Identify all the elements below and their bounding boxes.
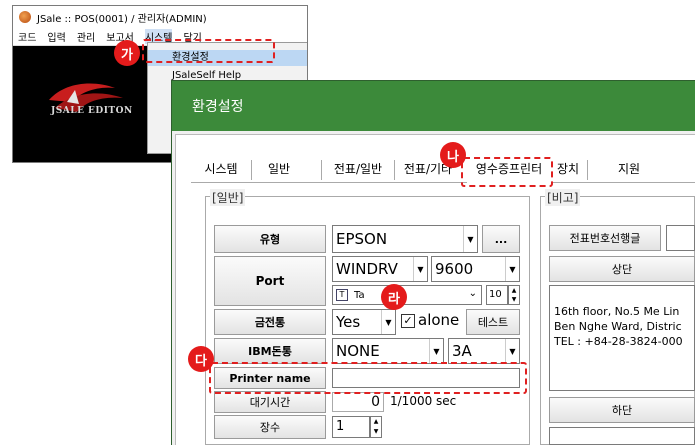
badge-na: 나 bbox=[440, 142, 466, 168]
copies-input[interactable]: 1 bbox=[332, 416, 370, 438]
wait-time-input[interactable]: 0 bbox=[332, 392, 384, 412]
general-group-label: [일반] bbox=[210, 189, 246, 206]
chevron-down-icon: ▼ bbox=[381, 310, 395, 334]
header-text-area[interactable]: 16th floor, No.5 Me Lin Ben Nghe Ward, D… bbox=[549, 285, 695, 391]
copies-stepper[interactable]: ▲ ▼ bbox=[370, 416, 382, 438]
type-label-button[interactable]: 유형 bbox=[214, 225, 326, 253]
wait-time-label-button[interactable]: 대기시간 bbox=[214, 391, 326, 413]
copies-label-button[interactable]: 장수 bbox=[214, 415, 326, 439]
tab-separator bbox=[394, 160, 395, 180]
chevron-down-icon: ▼ bbox=[429, 339, 443, 363]
baud-combo[interactable]: 9600 ▼ bbox=[431, 256, 520, 282]
drawer-combo[interactable]: Yes ▼ bbox=[332, 309, 396, 335]
tab-separator bbox=[321, 160, 322, 180]
highlight-printer-name bbox=[209, 362, 527, 394]
main-titlebar: JSale :: POS(0001) / 관리자(ADMIN) bbox=[13, 6, 307, 28]
chevron-down-icon: ▼ bbox=[413, 257, 427, 281]
test-button[interactable]: 테스트 bbox=[466, 309, 520, 335]
badge-ga: 가 bbox=[114, 40, 140, 66]
drawer-label-button[interactable]: 금전통 bbox=[214, 309, 326, 335]
header-button[interactable]: 상단 bbox=[549, 256, 695, 282]
tab-device[interactable]: 장치 bbox=[553, 155, 583, 183]
port-value: WINDRV bbox=[336, 260, 398, 278]
baud-value: 9600 bbox=[435, 260, 474, 278]
tab-slip-general[interactable]: 전표/일반 bbox=[327, 155, 389, 183]
font-size-stepper[interactable]: ▲ ▼ bbox=[508, 285, 520, 305]
port-label-button[interactable]: Port bbox=[214, 256, 326, 306]
ibm-drawer-combo[interactable]: NONE ▼ bbox=[332, 338, 444, 364]
menu-input[interactable]: 입력 bbox=[47, 29, 65, 44]
main-window-title: JSale :: POS(0001) / 관리자(ADMIN) bbox=[37, 13, 207, 25]
wait-time-unit: 1/1000 sec bbox=[390, 394, 457, 408]
ibm-code-value: 3A bbox=[452, 342, 472, 360]
chevron-down-icon: ⌄ bbox=[468, 288, 477, 299]
font-size-input[interactable]: 10 bbox=[486, 285, 508, 305]
ellipsis-button[interactable]: ... bbox=[482, 225, 520, 253]
type-combo[interactable]: EPSON ▼ bbox=[332, 225, 478, 253]
highlight-settings-menu bbox=[142, 39, 275, 63]
tab-system[interactable]: 시스템 bbox=[197, 155, 245, 183]
drawer-value: Yes bbox=[336, 313, 361, 331]
badge-ra: 라 bbox=[381, 284, 407, 310]
badge-da: 다 bbox=[188, 346, 214, 372]
chevron-down-icon: ▼ bbox=[463, 226, 477, 252]
ibm-code-combo[interactable]: 3A ▼ bbox=[448, 338, 520, 364]
footer-button[interactable]: 하단 bbox=[549, 397, 695, 423]
dialog-title: 환경설정 bbox=[172, 81, 695, 131]
menu-manage[interactable]: 관리 bbox=[77, 29, 95, 44]
tab-general[interactable]: 일반 bbox=[259, 155, 299, 183]
font-combo[interactable]: T Ta ⌄ bbox=[332, 285, 482, 305]
tab-separator bbox=[251, 160, 252, 180]
alone-checkbox[interactable]: ✓ bbox=[401, 314, 415, 328]
type-value: EPSON bbox=[336, 230, 388, 248]
app-icon bbox=[19, 11, 31, 23]
menu-code[interactable]: 코드 bbox=[18, 29, 36, 44]
slip-prefix-button[interactable]: 전표번호선행글 bbox=[549, 225, 661, 251]
font-value: Ta bbox=[354, 289, 365, 301]
ibm-drawer-label-button[interactable]: IBM돈통 bbox=[214, 338, 326, 364]
chevron-down-icon: ▼ bbox=[505, 257, 519, 281]
chevron-down-icon: ▼ bbox=[505, 339, 519, 363]
slip-prefix-input[interactable] bbox=[666, 225, 695, 251]
logo-text: JSALE EDITON bbox=[51, 106, 133, 116]
highlight-receipt-printer-tab bbox=[461, 157, 553, 187]
screenshot-stage: JSale :: POS(0001) / 관리자(ADMIN) 코드 입력 관리… bbox=[0, 0, 695, 445]
footer-text-area[interactable] bbox=[549, 427, 695, 445]
tab-support[interactable]: 지원 bbox=[609, 155, 649, 183]
alone-label: alone bbox=[418, 311, 460, 329]
ibm-drawer-value: NONE bbox=[336, 342, 380, 360]
notes-group-label: [비고] bbox=[545, 189, 581, 206]
font-type-icon: T bbox=[336, 289, 348, 301]
port-combo[interactable]: WINDRV ▼ bbox=[332, 256, 428, 282]
tab-separator bbox=[587, 160, 588, 180]
